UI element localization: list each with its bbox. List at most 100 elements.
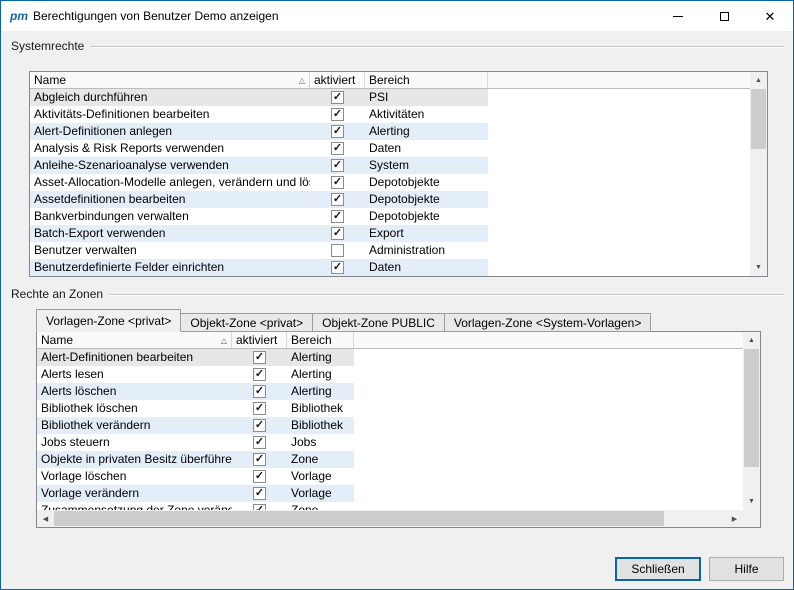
table-row[interactable]: Zusammensetzung der Zone verändern✓Zone: [37, 502, 354, 510]
column-header-name[interactable]: Name△: [30, 72, 310, 88]
scroll-down-icon: ▼: [755, 264, 762, 271]
cell-aktiviert: ✓: [232, 502, 287, 510]
scroll-down-button[interactable]: ▼: [750, 259, 767, 276]
scroll-down-icon: ▼: [748, 498, 755, 505]
hilfe-button[interactable]: Hilfe: [709, 557, 784, 581]
column-header-aktiviert[interactable]: aktiviert: [310, 72, 365, 88]
table-row[interactable]: Alerts lesen✓Alerting: [37, 366, 354, 383]
aktiviert-checkbox[interactable]: ✓: [253, 368, 266, 381]
schliessen-button[interactable]: Schließen: [615, 557, 701, 581]
aktiviert-checkbox[interactable]: ✓: [253, 419, 266, 432]
aktiviert-checkbox[interactable]: ✓: [331, 108, 344, 121]
tab-zone-0[interactable]: Vorlagen-Zone <privat>: [36, 309, 181, 332]
scroll-up-button[interactable]: ▲: [743, 332, 760, 349]
aktiviert-checkbox[interactable]: ✓: [331, 142, 344, 155]
table-row[interactable]: Anleihe-Szenarioanalyse verwenden✓System: [30, 157, 488, 174]
close-button[interactable]: ✕: [747, 1, 793, 31]
column-header-bereich[interactable]: Bereich: [365, 72, 488, 88]
cell-aktiviert: ✓: [310, 106, 365, 123]
tab-zone-3[interactable]: Vorlagen-Zone <System-Vorlagen>: [444, 313, 651, 332]
table-row[interactable]: Alert-Definitionen anlegen✓Alerting: [30, 123, 488, 140]
aktiviert-checkbox[interactable]: ✓: [331, 159, 344, 172]
check-icon: ✓: [333, 228, 342, 239]
cell-aktiviert: ✓: [232, 400, 287, 417]
table-row[interactable]: Aktivitäts-Definitionen bearbeiten✓Aktiv…: [30, 106, 488, 123]
table-row[interactable]: Analysis & Risk Reports verwenden✓Daten: [30, 140, 488, 157]
cell-bereich: Alerting: [287, 349, 354, 366]
minimize-button[interactable]: [655, 1, 701, 31]
cell-bereich: Depotobjekte: [365, 208, 488, 225]
cell-name: Abgleich durchführen: [30, 89, 310, 106]
cell-name: Zusammensetzung der Zone verändern: [37, 502, 232, 510]
close-icon: ✕: [765, 10, 776, 23]
aktiviert-checkbox[interactable]: ✓: [253, 453, 266, 466]
aktiviert-checkbox[interactable]: ✓: [253, 436, 266, 449]
table-row[interactable]: Benutzerdefinierte Felder einrichten✓Dat…: [30, 259, 488, 276]
table-row[interactable]: Asset-Allocation-Modelle anlegen, veränd…: [30, 174, 488, 191]
scroll-down-button[interactable]: ▼: [743, 493, 760, 510]
check-icon: ✓: [333, 177, 342, 188]
table-row[interactable]: Alerts löschen✓Alerting: [37, 383, 354, 400]
tab-zone-2[interactable]: Objekt-Zone PUBLIC: [312, 313, 445, 332]
scrollbar-track[interactable]: [750, 89, 767, 259]
column-header-aktiviert[interactable]: aktiviert: [232, 332, 287, 348]
check-icon: ✓: [255, 454, 264, 465]
table-row[interactable]: Assetdefinitionen bearbeiten✓Depotobjekt…: [30, 191, 488, 208]
scrollbar-track[interactable]: [54, 510, 726, 527]
aktiviert-checkbox[interactable]: ✓: [331, 176, 344, 189]
aktiviert-checkbox[interactable]: ✓: [253, 385, 266, 398]
scroll-right-button[interactable]: ▶: [726, 510, 743, 527]
table-row[interactable]: Abgleich durchführen✓PSI: [30, 89, 488, 106]
table-row[interactable]: Alert-Definitionen bearbeiten✓Alerting: [37, 349, 354, 366]
scroll-left-icon: ◀: [43, 515, 48, 523]
table-row[interactable]: Vorlage verändern✓Vorlage: [37, 485, 354, 502]
cell-bereich: Export: [365, 225, 488, 242]
scroll-left-button[interactable]: ◀: [37, 510, 54, 527]
table-row[interactable]: Vorlage löschen✓Vorlage: [37, 468, 354, 485]
cell-name: Vorlage löschen: [37, 468, 232, 485]
column-header-bereich[interactable]: Bereich: [287, 332, 354, 348]
aktiviert-checkbox[interactable]: ✓: [331, 125, 344, 138]
cell-bereich: Aktivitäten: [365, 106, 488, 123]
sort-ascending-icon: △: [295, 76, 305, 85]
systemrechte-group-header: Systemrechte: [11, 39, 785, 53]
aktiviert-checkbox[interactable]: ✓: [253, 470, 266, 483]
vertical-scrollbar[interactable]: ▲ ▼: [743, 332, 760, 510]
scrollbar-thumb[interactable]: [54, 511, 664, 526]
aktiviert-checkbox[interactable]: ✓: [253, 487, 266, 500]
aktiviert-checkbox[interactable]: ✓: [331, 193, 344, 206]
aktiviert-checkbox[interactable]: ✓: [331, 261, 344, 274]
aktiviert-checkbox[interactable]: ✓: [331, 227, 344, 240]
zonenrechte-table: Name△aktiviertBereich Alert-Definitionen…: [36, 331, 761, 528]
table-row[interactable]: Bibliothek verändern✓Bibliothek: [37, 417, 354, 434]
scroll-up-button[interactable]: ▲: [750, 72, 767, 89]
column-header-label: Name: [41, 333, 73, 347]
horizontal-scrollbar[interactable]: ◀ ▶: [37, 510, 743, 527]
column-header-name[interactable]: Name△: [37, 332, 232, 348]
scrollbar-thumb[interactable]: [744, 349, 759, 467]
scrollbar-corner: [743, 510, 760, 527]
aktiviert-checkbox[interactable]: ✓: [253, 402, 266, 415]
cell-bereich: Administration: [365, 242, 488, 259]
vertical-scrollbar[interactable]: ▲ ▼: [750, 72, 767, 276]
tab-zone-1[interactable]: Objekt-Zone <privat>: [180, 313, 313, 332]
aktiviert-checkbox[interactable]: [331, 244, 344, 257]
table-row[interactable]: Benutzer verwaltenAdministration: [30, 242, 488, 259]
scrollbar-track[interactable]: [743, 349, 760, 493]
maximize-button[interactable]: [701, 1, 747, 31]
aktiviert-checkbox[interactable]: ✓: [331, 91, 344, 104]
check-icon: ✓: [255, 352, 264, 363]
aktiviert-checkbox[interactable]: ✓: [331, 210, 344, 223]
aktiviert-checkbox[interactable]: ✓: [253, 351, 266, 364]
zonenrechte-label: Rechte an Zonen: [11, 287, 103, 301]
scrollbar-thumb[interactable]: [751, 89, 766, 149]
table-row[interactable]: Objekte in privaten Besitz überführen✓Zo…: [37, 451, 354, 468]
table-row[interactable]: Batch-Export verwenden✓Export: [30, 225, 488, 242]
cell-bereich: Daten: [365, 140, 488, 157]
table-row[interactable]: Bibliothek löschen✓Bibliothek: [37, 400, 354, 417]
check-icon: ✓: [333, 194, 342, 205]
table-row[interactable]: Jobs steuern✓Jobs: [37, 434, 354, 451]
group-divider: [109, 294, 785, 296]
table-row[interactable]: Bankverbindungen verwalten✓Depotobjekte: [30, 208, 488, 225]
cell-bereich: System: [365, 157, 488, 174]
